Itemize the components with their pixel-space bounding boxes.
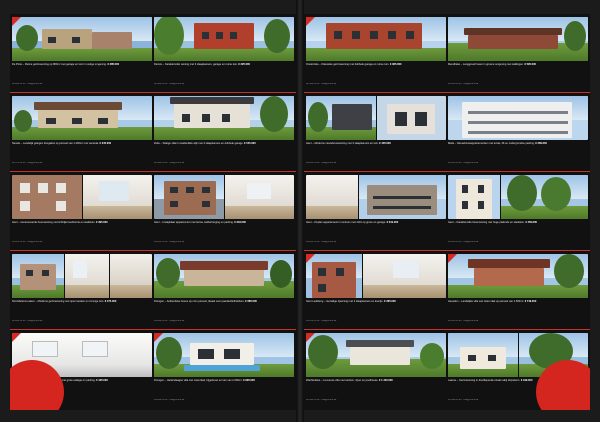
listing-contact: 09 230 00 00 · info@immo.be	[448, 83, 479, 85]
listing-card[interactable]: Drongen – Authentieke hoeve op ruim perc…	[154, 254, 294, 328]
listing-row: Gent – Duplex appartement in centrum met…	[304, 172, 590, 251]
right-page: Oosterzele – Klassieke gezinswoning met …	[304, 14, 590, 410]
listing-contact: 09 226 00 00 · info@immo.be	[154, 320, 185, 322]
listing-contact: 09 225 00 00 · info@immo.be	[154, 241, 185, 243]
listing-description: Gent – Duplex appartement in centrum met…	[306, 221, 399, 224]
listing-card[interactable]: Gent – Gerenoveerde herenwoning met lich…	[12, 175, 152, 249]
listing-description: Gent Ledeberg – Gezellige rijwoning met …	[306, 300, 396, 303]
listing-card[interactable]: Drongen – Hedendaagse villa met zwembad,…	[154, 333, 294, 407]
listing-row: Sint-Martens-Latem – Moderne gezinswonin…	[10, 251, 296, 330]
listing-card[interactable]: Nevele – Landelijk gelegen bungalow op p…	[12, 96, 152, 170]
page-gutter	[296, 0, 304, 422]
listing-contact: 09 225 00 00 · info@immo.be	[12, 241, 43, 243]
property-photo	[306, 333, 446, 377]
listing-card[interactable]: Zulte – Statige villa in residentiële wi…	[154, 96, 294, 170]
property-photo	[12, 175, 152, 219]
listing-contact: 09 282 00 00 · info@immo.be	[12, 83, 43, 85]
listing-contact: 09 231 00 00 · info@immo.be	[448, 320, 479, 322]
listing-card[interactable]: Melle – Nieuwbouwappartementen met terra…	[448, 96, 588, 170]
listing-contact: 09 225 00 00 · info@immo.be	[306, 241, 337, 243]
listing-description: Melle – Nieuwbouwappartementen met terra…	[448, 142, 547, 145]
property-photo	[12, 96, 152, 140]
listing-description: Merelbeke – Langgevel hoeve in groene om…	[448, 63, 536, 66]
property-photo	[154, 96, 294, 140]
listing-card[interactable]: Gent – Instapklaar appartement met terra…	[154, 175, 294, 249]
listing-row: Nevele – Landelijk gelegen bungalow op p…	[10, 93, 296, 172]
left-page: De Pinte – Ruime gezinswoning op 800m² m…	[10, 14, 296, 410]
listing-row: De Pinte – Ruime gezinswoning op 800m² m…	[10, 14, 296, 93]
listing-description: Sint-Martens-Latem – Moderne gezinswonin…	[12, 300, 117, 303]
property-photo	[306, 175, 446, 219]
listing-description: Heusden – Landelijke villa met rieten da…	[448, 300, 537, 303]
property-photo	[306, 96, 446, 140]
property-photo	[12, 254, 152, 298]
property-photo	[12, 17, 152, 61]
listing-description: Gent – Gerenoveerde herenwoning met lich…	[12, 221, 108, 224]
listing-card[interactable]: Gent – Duplex appartement in centrum met…	[306, 175, 446, 249]
property-photo	[154, 333, 294, 377]
listing-card[interactable]: Oosterzele – Klassieke gezinswoning met …	[306, 17, 446, 91]
listing-card[interactable]: Gent Ledeberg – Gezellige rijwoning met …	[306, 254, 446, 328]
listing-card[interactable]: Heusden – Landelijke villa met rieten da…	[448, 254, 588, 328]
listing-contact: 09 231 00 00 · info@immo.be	[306, 320, 337, 322]
property-photo	[306, 254, 446, 298]
listing-row: Gent – Gerenoveerde herenwoning met lich…	[10, 172, 296, 251]
listing-card[interactable]: Gent – Karaktervolle herenwoning met hog…	[448, 175, 588, 249]
listing-description: Nevele – Landelijk gelegen bungalow op p…	[12, 142, 112, 145]
listing-contact: 09 225 00 00 · info@immo.be	[306, 162, 337, 164]
listing-contact: 09 225 00 00 · info@immo.be	[448, 241, 479, 243]
listing-contact: 09 345 00 00 · info@immo.be	[306, 399, 337, 401]
listing-contact: 09 362 00 00 · info@immo.be	[306, 83, 337, 85]
listing-card[interactable]: Gent – Moderne nieuwbouwwoning met 3 sla…	[306, 96, 446, 170]
listing-card[interactable]: Merelbeke – Langgevel hoeve in groene om…	[448, 17, 588, 91]
listing-description: Gent – Moderne nieuwbouwwoning met 3 sla…	[306, 142, 391, 145]
property-photo	[306, 17, 446, 61]
property-photo	[448, 175, 588, 219]
listing-description: Gent – Instapklaar appartement met terra…	[154, 221, 246, 224]
listing-description: Deinze – Karaktervolle woning met 3 slaa…	[154, 63, 250, 66]
listing-description: Wachtebeke – Luxueuze villa met siertuin…	[306, 379, 393, 382]
listing-contact: 09 252 00 00 · info@immo.be	[448, 162, 479, 164]
property-photo	[448, 96, 588, 140]
listing-description: De Pinte – Ruime gezinswoning op 800m² m…	[12, 63, 120, 66]
listing-description: Drongen – Authentieke hoeve op ruim perc…	[154, 300, 257, 303]
magazine-spread: De Pinte – Ruime gezinswoning op 800m² m…	[0, 0, 600, 422]
listing-contact: 09 226 00 00 · info@immo.be	[154, 399, 185, 401]
listing-contact: 09 388 00 00 · info@immo.be	[154, 162, 185, 164]
listing-contact: 09 282 00 00 · info@immo.be	[12, 320, 43, 322]
listing-contact: 09 371 00 00 · info@immo.be	[12, 162, 43, 164]
listing-contact: 09 386 00 00 · info@immo.be	[154, 83, 185, 85]
listing-card[interactable]: De Pinte – Ruime gezinswoning op 800m² m…	[12, 17, 152, 91]
listing-card[interactable]: Deinze – Karaktervolle woning met 3 slaa…	[154, 17, 294, 91]
property-photo	[448, 17, 588, 61]
listing-description: Drongen – Hedendaagse villa met zwembad,…	[154, 379, 255, 382]
listing-description: Zulte – Statige villa in residentiële wi…	[154, 142, 256, 145]
property-photo	[154, 175, 294, 219]
listing-row: Gent Ledeberg – Gezellige rijwoning met …	[304, 251, 590, 330]
property-photo	[448, 254, 588, 298]
listing-description: Oosterzele – Klassieke gezinswoning met …	[306, 63, 402, 66]
listing-row: Gent – Moderne nieuwbouwwoning met 3 sla…	[304, 93, 590, 172]
listing-row: Oosterzele – Klassieke gezinswoning met …	[304, 14, 590, 93]
listing-card[interactable]: Wachtebeke – Luxueuze villa met siertuin…	[306, 333, 446, 407]
property-photo	[154, 17, 294, 61]
listing-description: Gent – Karaktervolle herenwoning met hog…	[448, 221, 537, 224]
property-photo	[154, 254, 294, 298]
listing-card[interactable]: Sint-Martens-Latem – Moderne gezinswonin…	[12, 254, 152, 328]
